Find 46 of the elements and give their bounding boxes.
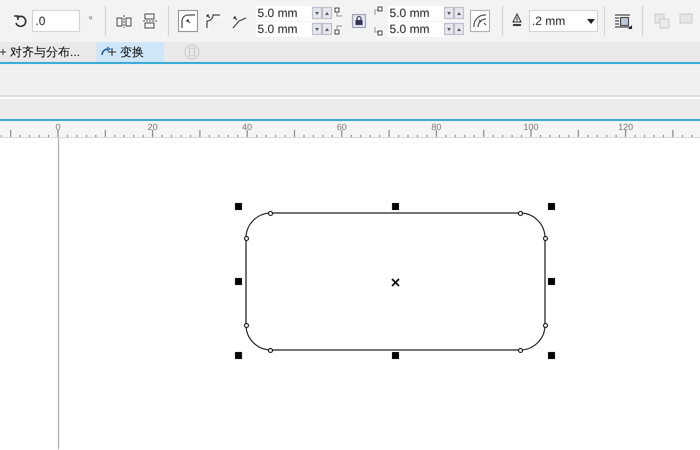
corner-node[interactable]	[518, 211, 523, 216]
ruler-label: 60	[336, 122, 347, 132]
selection-handle[interactable]	[235, 203, 242, 210]
selection-handle[interactable]	[392, 352, 399, 359]
ruler-label: 0	[56, 122, 60, 132]
center-cross-icon	[391, 278, 400, 287]
corner-node[interactable]	[244, 323, 249, 328]
selection-handle[interactable]	[235, 352, 242, 359]
radius-field[interactable]: 5.0 mm	[388, 6, 444, 20]
ruler-label: 80	[431, 122, 442, 132]
rotation-field[interactable]: .0	[32, 10, 80, 32]
corner-node[interactable]	[543, 323, 548, 328]
selection-handle[interactable]	[548, 278, 555, 285]
transform-icon	[100, 45, 116, 59]
selection-handle[interactable]	[548, 352, 555, 359]
docker-tab[interactable]: 变换	[96, 42, 164, 62]
spinner-icon[interactable]	[444, 6, 464, 20]
radius-field[interactable]: 5.0 mm	[256, 6, 312, 20]
lock-icon[interactable]	[352, 14, 366, 28]
ruler-label: 20	[148, 122, 158, 132]
radius-field[interactable]: 5.0 mm	[388, 22, 444, 36]
spinner-icon[interactable]	[312, 22, 332, 36]
corner-link-icon[interactable]	[334, 6, 344, 36]
corner-node[interactable]	[543, 236, 548, 241]
corner-node[interactable]	[268, 348, 273, 353]
ruler-label: 120	[618, 122, 634, 132]
round-corner-icon[interactable]	[178, 10, 198, 32]
dropdown-caret-icon	[586, 18, 594, 24]
corner-node[interactable]	[244, 236, 249, 241]
panel-toggle-icon[interactable]	[184, 42, 200, 62]
spinner-icon[interactable]	[312, 6, 332, 20]
ruler-label: 40	[242, 122, 252, 132]
ruler-label: 100	[523, 122, 539, 132]
corner-node[interactable]	[518, 348, 523, 353]
mirror-vertical-icon[interactable]	[141, 11, 158, 31]
plus-icon	[0, 49, 6, 55]
spinner-icon[interactable]	[444, 22, 464, 36]
corner-node[interactable]	[268, 211, 273, 216]
selection-handle[interactable]	[548, 203, 555, 210]
radius-field[interactable]: 5.0 mm	[256, 22, 312, 36]
selection-handle[interactable]	[392, 203, 399, 210]
outline-width-dropdown[interactable]: .2 mm	[528, 10, 598, 32]
degree-unit: °	[88, 14, 93, 29]
scale-corners-icon[interactable]	[470, 10, 490, 32]
selection-handle[interactable]	[235, 278, 242, 285]
corner-link-icon[interactable]	[372, 6, 383, 36]
